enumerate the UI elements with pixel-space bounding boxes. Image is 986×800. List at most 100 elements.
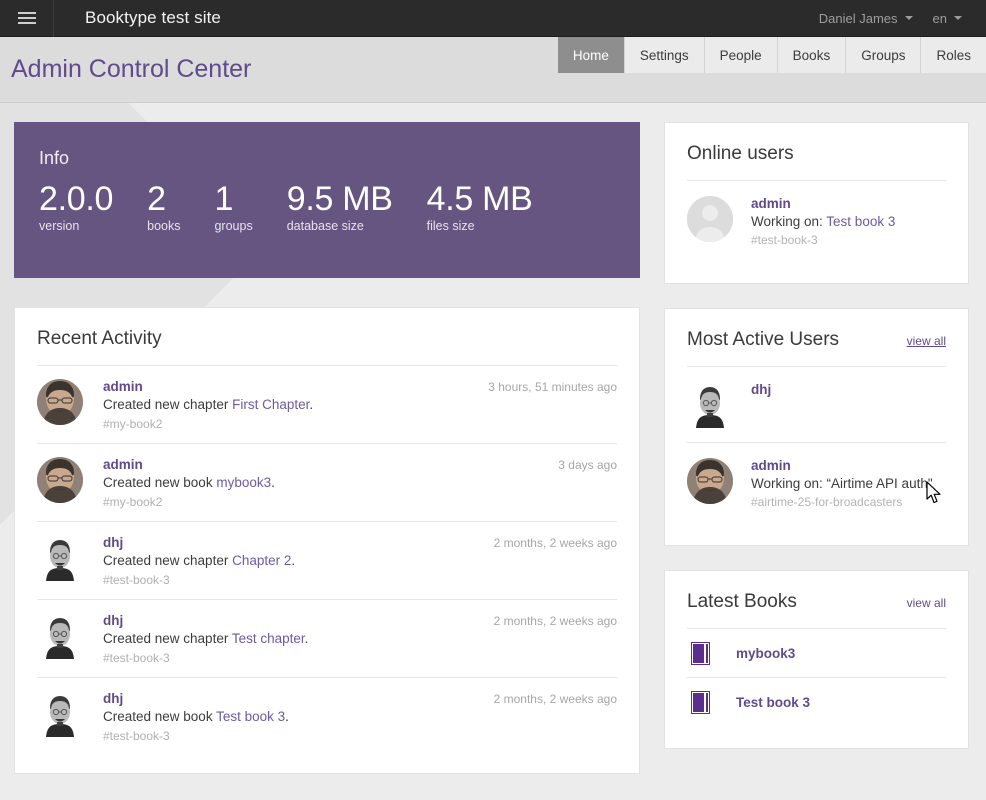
recent-activity-title: Recent Activity — [37, 328, 162, 349]
online-users-title: Online users — [687, 143, 794, 164]
tab-people[interactable]: People — [703, 37, 777, 73]
working-book-link[interactable]: Test book 3 — [826, 214, 895, 229]
latest-books-view-all-link[interactable]: view all — [907, 596, 946, 610]
main-column: Info 2.0.0 version 2 books 1 groups 9.5 … — [14, 122, 640, 774]
online-user-row[interactable]: admin Working on: Test book 3 #test-book… — [687, 180, 946, 261]
stat-files-size: 4.5 MB files size — [427, 181, 533, 233]
book-icon — [692, 643, 709, 664]
side-column: Online users admin Working on: Test book… — [664, 122, 969, 774]
activity-item[interactable]: dhj 2 months, 2 weeks ago Created new bo… — [37, 677, 617, 755]
admin-avatar-image — [37, 379, 83, 425]
user-menu[interactable]: Daniel James — [809, 11, 923, 26]
activity-user[interactable]: admin — [103, 379, 143, 394]
default-avatar-icon — [687, 196, 733, 242]
topbar-right-group: Daniel James en — [809, 11, 986, 26]
avatar-wrap — [37, 457, 103, 509]
tab-roles[interactable]: Roles — [920, 37, 986, 73]
stat-groups: 1 groups — [214, 181, 252, 233]
avatar[interactable] — [37, 379, 83, 425]
activity-item[interactable]: dhj 2 months, 2 weeks ago Created new ch… — [37, 521, 617, 599]
tab-home[interactable]: Home — [557, 37, 624, 73]
avatar[interactable] — [37, 613, 83, 659]
avatar[interactable] — [37, 691, 83, 737]
activity-meta-row: admin 3 hours, 51 minutes ago — [103, 379, 617, 394]
language-menu[interactable]: en — [923, 11, 972, 26]
activity-link[interactable]: mybook3 — [216, 475, 271, 490]
chevron-down-icon — [904, 16, 913, 20]
avatar[interactable] — [37, 457, 83, 503]
activity-link[interactable]: First Chapter — [232, 397, 309, 412]
activity-text: Created new chapter Test chapter. — [103, 631, 617, 646]
stat-groups-value: 1 — [214, 180, 234, 218]
book-list-item[interactable]: Test book 3 — [687, 677, 946, 726]
language-menu-label: en — [932, 10, 947, 26]
activity-link[interactable]: Test book 3 — [216, 709, 285, 724]
online-user-tag[interactable]: #test-book-3 — [751, 233, 895, 247]
stat-files-size-value: 4.5 MB — [426, 180, 533, 218]
active-user-name[interactable]: dhj — [751, 382, 771, 397]
activity-text: Created new chapter Chapter 2. — [103, 553, 617, 568]
site-title[interactable]: Booktype test site — [85, 8, 221, 28]
activity-book-tag[interactable]: #my-book2 — [103, 417, 617, 431]
book-name[interactable]: mybook3 — [736, 646, 795, 661]
activity-user[interactable]: dhj — [103, 613, 123, 628]
activity-book-tag[interactable]: #my-book2 — [103, 495, 617, 509]
activity-item[interactable]: admin 3 hours, 51 minutes ago Created ne… — [37, 365, 617, 443]
info-panel-title: Info — [39, 148, 70, 168]
activity-item[interactable]: admin 3 days ago Created new book mybook… — [37, 443, 617, 521]
working-title: “Airtime API auth" — [826, 476, 933, 491]
activity-book-tag[interactable]: #test-book-3 — [103, 729, 617, 743]
activity-user[interactable]: dhj — [103, 691, 123, 706]
activity-text-after: . — [285, 709, 289, 724]
activity-body: dhj 2 months, 2 weeks ago Created new ch… — [103, 613, 617, 665]
activity-book-tag[interactable]: #test-book-3 — [103, 651, 617, 665]
activity-link[interactable]: Chapter 2 — [232, 553, 291, 568]
avatar[interactable] — [37, 535, 83, 581]
dhj-avatar-image — [37, 613, 83, 659]
activity-link[interactable]: Test chapter — [232, 631, 305, 646]
activity-timestamp: 2 months, 2 weeks ago — [493, 692, 617, 706]
online-user-name[interactable]: admin — [751, 196, 895, 211]
recent-activity-list: admin 3 hours, 51 minutes ago Created ne… — [37, 365, 617, 755]
info-panel: Info 2.0.0 version 2 books 1 groups 9.5 … — [14, 122, 640, 278]
activity-user[interactable]: admin — [103, 457, 143, 472]
activity-text: Created new chapter First Chapter. — [103, 397, 617, 412]
tab-groups[interactable]: Groups — [845, 37, 921, 73]
activity-meta-row: dhj 2 months, 2 weeks ago — [103, 613, 617, 628]
activity-item[interactable]: dhj 2 months, 2 weeks ago Created new ch… — [37, 599, 617, 677]
book-list-item[interactable]: mybook3 — [687, 628, 946, 677]
avatar[interactable] — [687, 458, 733, 504]
active-user-name[interactable]: admin — [751, 458, 933, 473]
activity-user[interactable]: dhj — [103, 535, 123, 550]
most-active-users-header: Most Active Users view all — [687, 329, 946, 366]
stat-books: 2 books — [147, 181, 180, 233]
tab-books[interactable]: Books — [776, 37, 846, 73]
dhj-avatar-image — [687, 382, 733, 428]
avatar[interactable] — [687, 382, 733, 428]
activity-text-after: . — [291, 553, 296, 568]
active-user-row[interactable]: dhj — [687, 366, 946, 442]
book-name[interactable]: Test book 3 — [736, 695, 810, 710]
activity-timestamp: 3 hours, 51 minutes ago — [488, 380, 617, 394]
user-menu-label: Daniel James — [818, 10, 898, 26]
activity-book-tag[interactable]: #test-book-3 — [103, 573, 617, 587]
page-header-bar: Admin Control Center Home Settings Peopl… — [0, 37, 986, 103]
active-user-tag[interactable]: #airtime-25-for-broadcasters — [751, 495, 933, 509]
most-active-users-view-all-link[interactable]: view all — [907, 334, 946, 348]
chevron-down-icon — [954, 16, 962, 20]
active-user-working: Working on: “Airtime API auth" — [751, 476, 933, 491]
avatar[interactable] — [687, 196, 733, 242]
top-navigation-bar: Booktype test site Daniel James en — [0, 0, 986, 37]
active-user-row[interactable]: admin Working on: “Airtime API auth" #ai… — [687, 442, 946, 523]
stat-database-size-value: 9.5 MB — [286, 180, 393, 218]
hamburger-menu-icon[interactable] — [0, 0, 54, 37]
online-user-working: Working on: Test book 3 — [751, 214, 895, 229]
activity-text-after: . — [271, 475, 275, 490]
activity-text-before: Created new chapter — [103, 397, 233, 412]
avatar-wrap — [37, 379, 103, 431]
avatar-wrap — [687, 196, 751, 247]
active-user-body: dhj — [751, 382, 771, 428]
stat-database-size: 9.5 MB database size — [287, 181, 393, 233]
tab-settings[interactable]: Settings — [623, 37, 704, 73]
stat-database-size-label: database size — [286, 218, 364, 233]
